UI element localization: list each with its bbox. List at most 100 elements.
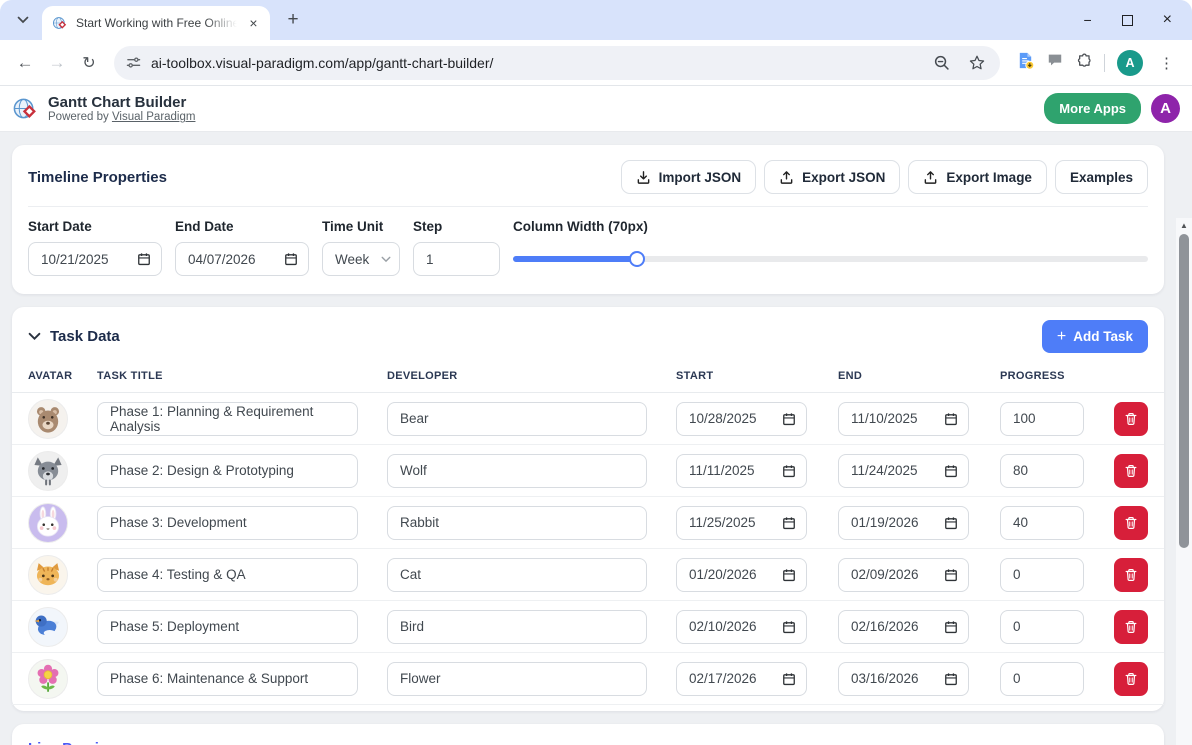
delete-task-button[interactable] [1114,505,1148,540]
developer-input[interactable]: Wolf [387,453,647,488]
minimize-button[interactable]: − [1083,13,1091,27]
task-end-date-input[interactable]: 11/10/2025 [838,401,969,436]
progress-input[interactable]: 0 [1000,661,1084,696]
table-row: Phase 1: Planning & Requirement Analysis… [12,393,1164,445]
maximize-button[interactable] [1121,14,1133,26]
developer-input[interactable]: Bear [387,401,647,436]
column-header-end: END [838,370,863,382]
scrollbar-up-arrow-icon[interactable]: ▲ [1176,218,1192,232]
calendar-icon[interactable] [782,568,796,582]
calendar-icon[interactable] [782,412,796,426]
page-scrollbar[interactable]: ▲ [1176,218,1192,745]
calendar-icon[interactable] [782,516,796,530]
trash-icon [1125,620,1137,633]
task-data-collapse-button[interactable] [28,332,41,341]
task-end-date-input[interactable]: 03/16/2026 [838,661,969,696]
bookmark-star-icon[interactable] [964,50,990,76]
add-task-button[interactable]: + Add Task [1041,320,1148,353]
task-start-date-input[interactable]: 01/20/2026 [676,557,807,592]
scrollbar-thumb[interactable] [1179,234,1189,548]
reading-list-extension-icon[interactable] [1016,51,1035,75]
task-title-input[interactable]: Phase 4: Testing & QA [97,557,358,592]
zoom-out-icon[interactable] [928,50,954,76]
reload-button[interactable]: ↻ [74,48,104,78]
task-title-input[interactable]: Phase 5: Deployment [97,609,358,644]
progress-input[interactable]: 100 [1000,401,1084,436]
end-date-input[interactable]: 04/07/2026 [175,242,309,276]
new-tab-button[interactable]: + [280,7,306,33]
task-end-date-input[interactable]: 02/09/2026 [838,557,969,592]
back-button[interactable]: ← [10,48,40,78]
calendar-icon[interactable] [944,620,958,634]
chrome-profile-avatar[interactable]: A [1117,49,1143,76]
more-apps-button[interactable]: More Apps [1044,93,1141,124]
browser-tab[interactable]: Start Working with Free Online × [42,6,270,40]
chevron-down-icon [381,256,391,262]
calendar-icon[interactable] [782,620,796,634]
delete-task-button[interactable] [1114,557,1148,592]
calendar-icon[interactable] [137,252,151,266]
page-content: Gantt Chart Builder Powered by Visual Pa… [0,86,1192,745]
tab-close-button[interactable]: × [245,15,262,32]
visual-paradigm-link[interactable]: Visual Paradigm [112,111,196,123]
developer-input[interactable]: Rabbit [387,505,647,540]
time-unit-select[interactable]: Week [322,242,400,276]
developer-input[interactable]: Flower [387,661,647,696]
start-value: 11/11/2025 [689,463,755,478]
calendar-icon[interactable] [944,464,958,478]
site-info-icon[interactable] [126,55,141,70]
calendar-icon[interactable] [944,568,958,582]
examples-button[interactable]: Examples [1054,160,1148,194]
delete-task-button[interactable] [1114,401,1148,436]
upload-icon [925,170,937,184]
task-start-date-input[interactable]: 11/25/2025 [676,505,807,540]
powered-by-prefix: Powered by [48,111,112,124]
progress-input[interactable]: 0 [1000,609,1084,644]
task-title-input[interactable]: Phase 2: Design & Prototyping [97,453,358,488]
developer-input[interactable]: Cat [387,557,647,592]
task-title-value: Phase 2: Design & Prototyping [110,463,294,478]
forward-button[interactable]: → [42,48,72,78]
export-image-button[interactable]: Export Image [908,160,1047,194]
task-title-input[interactable]: Phase 3: Development [97,505,358,540]
extensions-puzzle-icon[interactable] [1075,52,1092,74]
delete-task-button[interactable] [1114,453,1148,488]
progress-input[interactable]: 80 [1000,453,1084,488]
import-json-button[interactable]: Import JSON [620,160,757,194]
calendar-icon[interactable] [944,672,958,686]
task-title-input[interactable]: Phase 1: Planning & Requirement Analysis [97,401,358,436]
chrome-menu-button[interactable]: ⋮ [1155,54,1178,72]
step-input[interactable]: 1 [413,242,500,276]
calendar-icon[interactable] [284,252,298,266]
progress-input[interactable]: 0 [1000,557,1084,592]
task-end-date-input[interactable]: 11/24/2025 [838,453,969,488]
calendar-icon[interactable] [782,464,796,478]
toolbar-divider [1104,53,1105,72]
column-width-thumb[interactable] [628,251,645,267]
task-start-date-input[interactable]: 11/11/2025 [676,453,807,488]
calendar-icon[interactable] [782,672,796,686]
progress-input[interactable]: 40 [1000,505,1084,540]
task-end-date-input[interactable]: 01/19/2026 [838,505,969,540]
tab-search-button[interactable] [10,7,36,33]
developer-input[interactable]: Bird [387,609,647,644]
close-button[interactable]: × [1163,12,1172,28]
task-start-date-input[interactable]: 10/28/2025 [676,401,807,436]
comment-bubble-icon[interactable] [1047,52,1063,73]
delete-task-button[interactable] [1114,609,1148,644]
slider-track[interactable] [513,256,1148,262]
task-title-input[interactable]: Phase 6: Maintenance & Support [97,661,358,696]
user-avatar[interactable]: A [1151,94,1180,123]
task-end-date-input[interactable]: 02/16/2026 [838,609,969,644]
address-bar[interactable]: ai-toolbox.visual-paradigm.com/app/gantt… [114,45,1000,80]
task-start-date-input[interactable]: 02/17/2026 [676,661,807,696]
end-date-label: End Date [175,219,234,234]
calendar-icon[interactable] [944,412,958,426]
delete-task-button[interactable] [1114,661,1148,696]
column-width-slider[interactable] [513,242,1148,276]
calendar-icon[interactable] [944,516,958,530]
start-date-input[interactable]: 10/21/2025 [28,242,162,276]
export-json-button[interactable]: Export JSON [764,160,901,194]
developer-value: Wolf [400,463,427,478]
task-start-date-input[interactable]: 02/10/2026 [676,609,807,644]
